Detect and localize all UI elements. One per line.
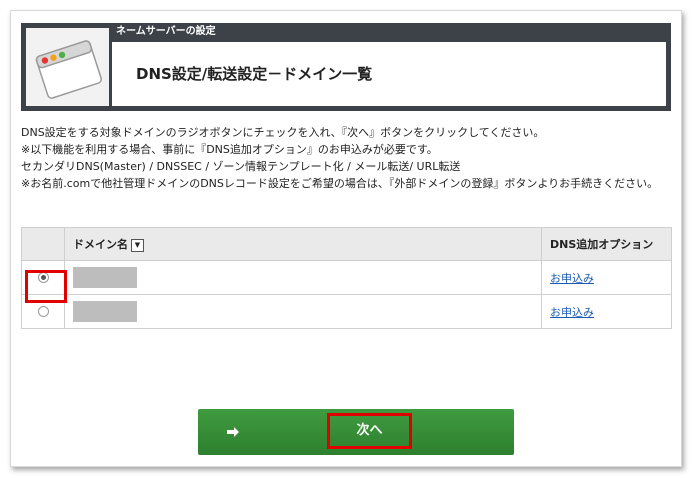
header-icon-area <box>26 28 110 106</box>
table-header-row: ドメイン名 ▼ DNS追加オプション <box>21 227 672 261</box>
masked-domain <box>73 267 137 288</box>
table-row: お申込み <box>21 260 672 295</box>
apply-option-link[interactable]: お申込み <box>550 272 594 285</box>
page-title: DNS設定/転送設定－ドメイン一覧 <box>136 65 373 83</box>
option-cell: お申込み <box>541 294 672 329</box>
option-cell: お申込み <box>541 260 672 295</box>
domain-cell <box>64 294 542 329</box>
header-domain-name[interactable]: ドメイン名 ▼ <box>64 227 542 261</box>
radio-highlight-box <box>25 270 67 303</box>
domain-table: ドメイン名 ▼ DNS追加オプション お申込み お申込み <box>21 227 672 329</box>
arrow-right-icon <box>227 427 239 437</box>
instructions: DNS設定をする対象ドメインのラジオボタンにチェックを入れ、『次へ』ボタンをクリ… <box>21 124 676 192</box>
header-subtitle: ネームサーバーの設定 <box>116 26 216 37</box>
header-select <box>21 227 65 261</box>
apply-option-link[interactable]: お申込み <box>550 306 594 319</box>
header-domain-label: ドメイン名 <box>73 238 128 251</box>
page-header: ネームサーバーの設定 DNS設定/転送設定－ドメイン一覧 <box>21 23 671 111</box>
content-panel: ネームサーバーの設定 DNS設定/転送設定－ドメイン一覧 DNS設定をする対象ド… <box>10 10 682 467</box>
header-title-box: DNS設定/転送設定－ドメイン一覧 <box>112 42 666 106</box>
instruction-line: DNS設定をする対象ドメインのラジオボタンにチェックを入れ、『次へ』ボタンをクリ… <box>21 126 545 139</box>
browser-window-icon <box>35 40 103 99</box>
domain-cell <box>64 260 542 295</box>
header-dns-option: DNS追加オプション <box>541 227 672 261</box>
instruction-line: セカンダリDNS(Master) / DNSSEC / ゾーン情報テンプレート化… <box>21 160 461 173</box>
next-button-label: 次へ <box>327 413 412 449</box>
table-row: お申込み <box>21 294 672 329</box>
instruction-line: ※以下機能を利用する場合、事前に『DNS追加オプション』のお申込みが必要です。 <box>21 143 438 156</box>
masked-domain <box>73 301 137 322</box>
instruction-line: ※お名前.comで他社管理ドメインのDNSレコード設定をご希望の場合は、『外部ド… <box>21 177 659 190</box>
sort-down-icon[interactable]: ▼ <box>131 238 144 252</box>
next-button[interactable]: 次へ <box>198 409 514 455</box>
domain-radio[interactable] <box>37 306 49 317</box>
